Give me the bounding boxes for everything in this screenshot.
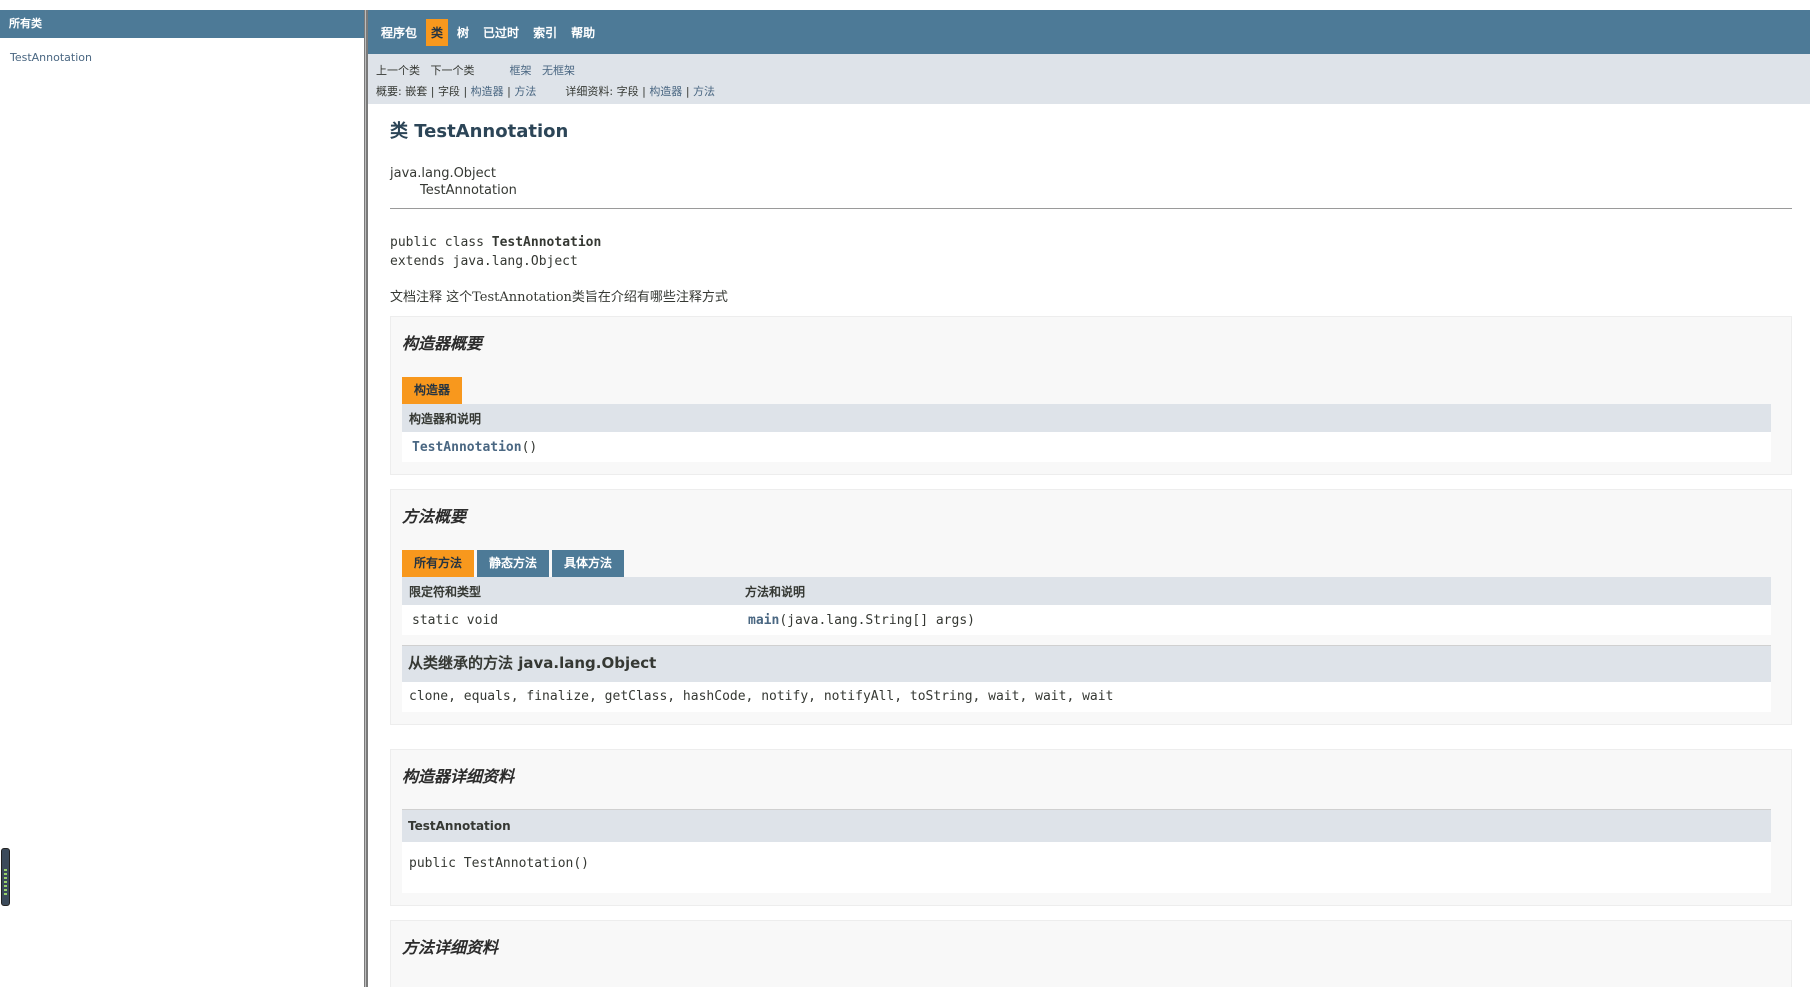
summary-field: 字段	[437, 85, 460, 98]
nav-help[interactable]: 帮助	[566, 19, 600, 46]
tab-all-methods[interactable]: 所有方法	[402, 550, 475, 577]
tab-constructors[interactable]: 构造器	[402, 377, 463, 404]
table-row: TestAnnotation()	[402, 432, 1771, 462]
tab-static-methods[interactable]: 静态方法	[477, 550, 550, 577]
signature-extends: extends java.lang.Object	[390, 254, 578, 269]
method-summary-block: 方法概要 所有方法 静态方法 具体方法 限定符和类型 方法和说明 static …	[390, 489, 1792, 725]
nav-class: 类	[426, 18, 449, 46]
column-header-type: 限定符和类型	[402, 577, 738, 605]
constructor-summary-title: 构造器概要	[402, 334, 483, 353]
separator: |	[642, 85, 646, 98]
class-signature: public class TestAnnotation extends java…	[390, 233, 1792, 271]
all-classes-list: TestAnnotation	[0, 38, 364, 64]
nav-tree[interactable]: 树	[452, 19, 474, 46]
table-header-row: 构造器和说明	[402, 404, 1771, 432]
signature-prefix: public class	[390, 235, 492, 250]
detail-label: 详细资料:	[565, 85, 614, 98]
nav-index[interactable]: 索引	[528, 19, 562, 46]
inheritance-child: TestAnnotation	[420, 183, 517, 198]
column-header: 构造器和说明	[402, 404, 1771, 432]
separator: |	[685, 85, 690, 98]
separator: |	[463, 85, 468, 98]
page-title: 类 TestAnnotation	[390, 121, 569, 142]
constructor-detail-name: TestAnnotation	[402, 809, 1771, 842]
method-detail-title: 方法详细资料	[402, 938, 499, 957]
separator: |	[507, 85, 511, 98]
summary-method-link[interactable]: 方法	[514, 85, 536, 98]
constructor-detail-block: 构造器详细资料 TestAnnotation public TestAnnota…	[390, 749, 1792, 906]
inheritance-parent: java.lang.Object	[390, 166, 496, 181]
separator: |	[430, 85, 435, 98]
constructor-summary-block: 构造器概要 构造器 构造器和说明 TestAnnotation()	[390, 316, 1792, 475]
class-content: 类 TestAnnotation java.lang.Object TestAn…	[368, 104, 1810, 987]
method-detail-block: 方法详细资料	[390, 920, 1792, 987]
column-header-method: 方法和说明	[738, 577, 1771, 605]
constructor-detail-signature: public TestAnnotation()	[402, 842, 1771, 893]
method-link-main[interactable]: main	[748, 613, 779, 628]
frames-link[interactable]: 框架	[510, 64, 532, 77]
constructor-link[interactable]: TestAnnotation	[412, 440, 522, 455]
next-class-label: 下一个类	[430, 64, 475, 77]
class-link-testannotation[interactable]: TestAnnotation	[10, 51, 364, 64]
summary-constructor-link[interactable]: 构造器	[471, 85, 504, 98]
table-row: static void main(java.lang.String[] args…	[402, 605, 1771, 635]
tab-concrete-methods[interactable]: 具体方法	[552, 550, 625, 577]
method-return-type: static void	[402, 605, 738, 635]
top-navbar: 程序包 类 树 已过时 索引 帮助	[368, 10, 1810, 54]
all-classes-header: 所有类	[0, 10, 364, 38]
nav-package[interactable]: 程序包	[376, 19, 422, 46]
table-cell: main(java.lang.String[] args)	[738, 605, 1771, 635]
method-summary-table: 限定符和类型 方法和说明 static void main(java.lang.…	[402, 577, 1771, 635]
method-summary-title: 方法概要	[402, 507, 467, 526]
summary-nested: 嵌套	[405, 85, 428, 98]
prev-class-label: 上一个类	[376, 64, 420, 77]
detail-method-link[interactable]: 方法	[693, 85, 715, 98]
constructor-summary-table: 构造器和说明 TestAnnotation()	[402, 404, 1771, 462]
class-doc-frame: 程序包 类 树 已过时 索引 帮助 上一个类 下一个类 框架 无框架 概要: 嵌…	[368, 10, 1810, 987]
sub-nav-row-1: 上一个类 下一个类 框架 无框架	[376, 60, 1802, 81]
summary-label: 概要:	[376, 85, 402, 98]
constructor-args: ()	[521, 439, 538, 455]
method-tabs: 所有方法 静态方法 具体方法	[402, 549, 1771, 577]
detail-field: 字段	[616, 85, 639, 98]
side-widget-handle[interactable]	[1, 848, 10, 906]
sub-navbar: 上一个类 下一个类 框架 无框架 概要: 嵌套 | 字段 | 构造器 | 方法 …	[368, 54, 1810, 104]
inherited-methods-list: clone, equals, finalize, getClass, hashC…	[402, 682, 1771, 712]
sub-nav-row-2: 概要: 嵌套 | 字段 | 构造器 | 方法 详细资料: 字段 | 构造器 | …	[376, 81, 1802, 102]
signature-class-name: TestAnnotation	[491, 235, 602, 250]
doc-comment: 文档注释 这个TestAnnotation类旨在介绍有哪些注释方式	[390, 290, 728, 305]
method-args: (java.lang.String[] args)	[779, 612, 975, 628]
constructor-detail-title: 构造器详细资料	[402, 767, 515, 786]
all-classes-frame: 所有类 TestAnnotation	[0, 10, 364, 987]
nav-deprecated[interactable]: 已过时	[478, 19, 524, 46]
no-frames-link[interactable]: 无框架	[542, 64, 575, 77]
inheritance-tree: java.lang.Object TestAnnotation	[390, 165, 1792, 199]
inherited-methods-title: 从类继承的方法 java.lang.Object	[402, 645, 1771, 682]
constructor-tabs: 构造器	[402, 376, 1771, 404]
detail-constructor-link[interactable]: 构造器	[649, 85, 682, 98]
table-header-row: 限定符和类型 方法和说明	[402, 577, 1771, 605]
divider	[390, 208, 1792, 209]
table-cell: TestAnnotation()	[402, 432, 1771, 462]
